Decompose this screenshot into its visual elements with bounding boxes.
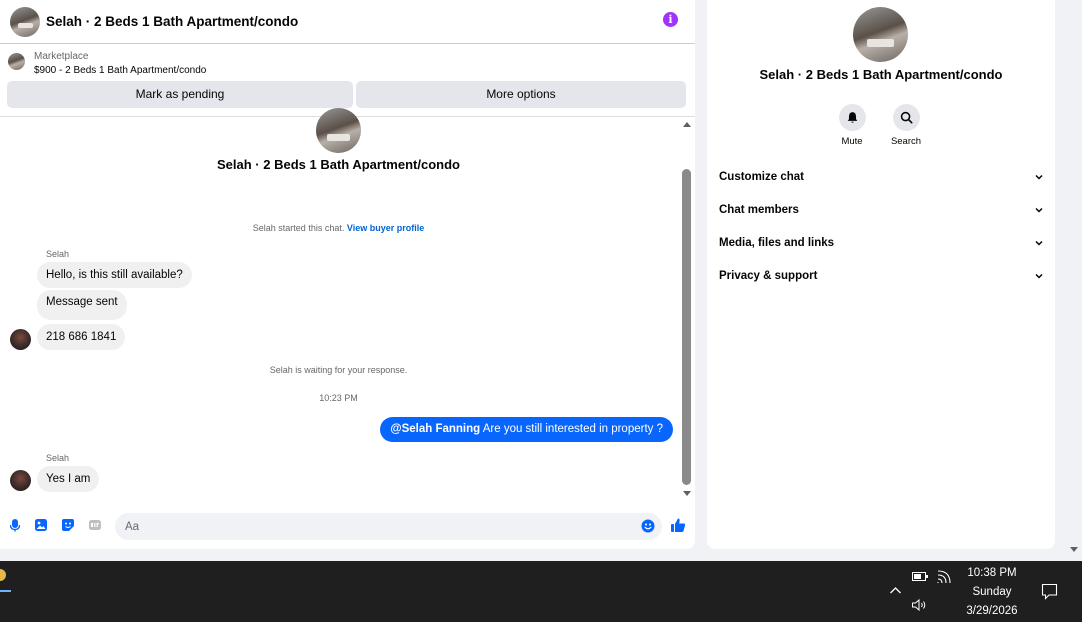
chevron-up-icon[interactable] [889,585,902,595]
composer [0,510,695,544]
chevron-down-icon [1035,174,1043,180]
message-timestamp: 10:23 PM [319,393,358,403]
sender-name: Selah [46,249,70,259]
chat-header: Selah · 2 Beds 1 Bath Apartment/condo i [0,0,695,44]
clock-time: 10:38 PM [967,567,1017,579]
search-icon [900,111,913,124]
section-customize-chat[interactable]: Customize chat [719,167,1043,187]
chat-started-text: Selah started this chat. [252,223,345,233]
emoji-icon[interactable] [641,519,655,533]
system-clock[interactable]: 10:38 PM Sunday 3/29/2026 [955,564,1029,621]
chevron-down-icon [1035,207,1043,213]
marketplace-bar: Marketplace $900 - 2 Beds 1 Bath Apartme… [0,45,695,117]
scroll-down-arrow-icon[interactable] [683,491,691,496]
microphone-icon[interactable] [8,518,22,532]
chat-title[interactable]: Selah · 2 Beds 1 Bath Apartment/condo [46,14,298,29]
section-chat-members[interactable]: Chat members [719,200,1043,220]
clock-date: 3/29/2026 [966,605,1018,617]
sender-avatar[interactable] [10,470,31,491]
notification-center-icon[interactable] [1041,583,1058,600]
search-button[interactable]: Search [881,104,931,147]
listing-price-title[interactable]: $900 - 2 Beds 1 Bath Apartment/condo [34,65,206,76]
view-buyer-profile-link[interactable]: View buyer profile [347,223,424,233]
chat-started-notice: Selah started this chat. View buyer prof… [0,223,677,233]
message-list[interactable]: Selah · 2 Beds 1 Bath Apartment/condo Se… [0,108,680,505]
clock-day: Sunday [972,586,1012,598]
section-label: Customize chat [719,171,804,183]
gif-icon[interactable] [88,518,102,532]
taskbar: 10:38 PM Sunday 3/29/2026 [0,561,1082,622]
taskbar-app-icon[interactable] [0,563,11,592]
like-thumb-icon[interactable] [670,517,686,533]
chat-panel: Selah · 2 Beds 1 Bath Apartment/condo i … [0,0,695,549]
mute-label: Mute [841,136,863,147]
message-bubble-incoming[interactable]: Yes I am [37,466,100,492]
message-bubble-outgoing[interactable]: @Selah Fanning Are you still interested … [380,417,673,442]
scroll-up-arrow-icon[interactable] [683,122,691,127]
search-label: Search [890,136,922,147]
page-scroll-down-icon[interactable] [1070,547,1078,552]
mention[interactable]: @Selah Fanning [390,423,480,435]
message-bubble-incoming[interactable]: 218 686 1841 [37,324,126,350]
chat-info-panel: Selah · 2 Beds 1 Bath Apartment/condo Mu… [707,0,1055,549]
message-bubble-incoming[interactable]: Hello, is this still available? [37,262,192,288]
message-bubble-incoming[interactable]: Message sent [37,290,127,320]
search-circle[interactable] [892,104,920,131]
battery-icon[interactable] [912,571,929,582]
conversation-name: Selah · 2 Beds 1 Bath Apartment/condo [217,157,460,172]
waiting-notice: Selah is waiting for your response. [269,365,408,375]
sticker-icon[interactable] [61,518,75,532]
listing-avatar[interactable] [10,6,40,37]
conversation-avatar [316,108,361,153]
section-privacy-support[interactable]: Privacy & support [719,266,1043,286]
speaker-icon[interactable] [911,598,929,612]
photo-icon[interactable] [34,518,48,532]
mute-button[interactable]: Mute [827,104,877,147]
network-icon[interactable] [937,569,952,584]
section-media-files-links[interactable]: Media, files and links [719,233,1043,253]
sender-name: Selah [46,453,70,463]
info-name: Selah · 2 Beds 1 Bath Apartment/condo [759,67,1003,82]
scroll-thumb[interactable] [682,169,691,485]
info-avatar[interactable] [853,7,908,62]
mark-as-pending-button[interactable]: Mark as pending [7,81,353,108]
section-label: Media, files and links [719,237,835,249]
info-icon[interactable]: i [663,12,678,27]
listing-thumbnail[interactable] [8,53,25,70]
marketplace-label: Marketplace [34,51,89,62]
sender-avatar[interactable] [10,329,31,350]
section-label: Chat members [719,204,799,216]
mute-circle[interactable] [838,104,866,131]
message-scrollbar[interactable] [681,118,693,501]
more-options-button[interactable]: More options [356,81,686,108]
message-input[interactable] [115,513,662,540]
bell-icon [847,112,857,123]
outgoing-text: Are you still interested in property ? [480,423,663,435]
chevron-down-icon [1035,273,1043,279]
chevron-down-icon [1035,240,1043,246]
section-label: Privacy & support [719,270,818,282]
